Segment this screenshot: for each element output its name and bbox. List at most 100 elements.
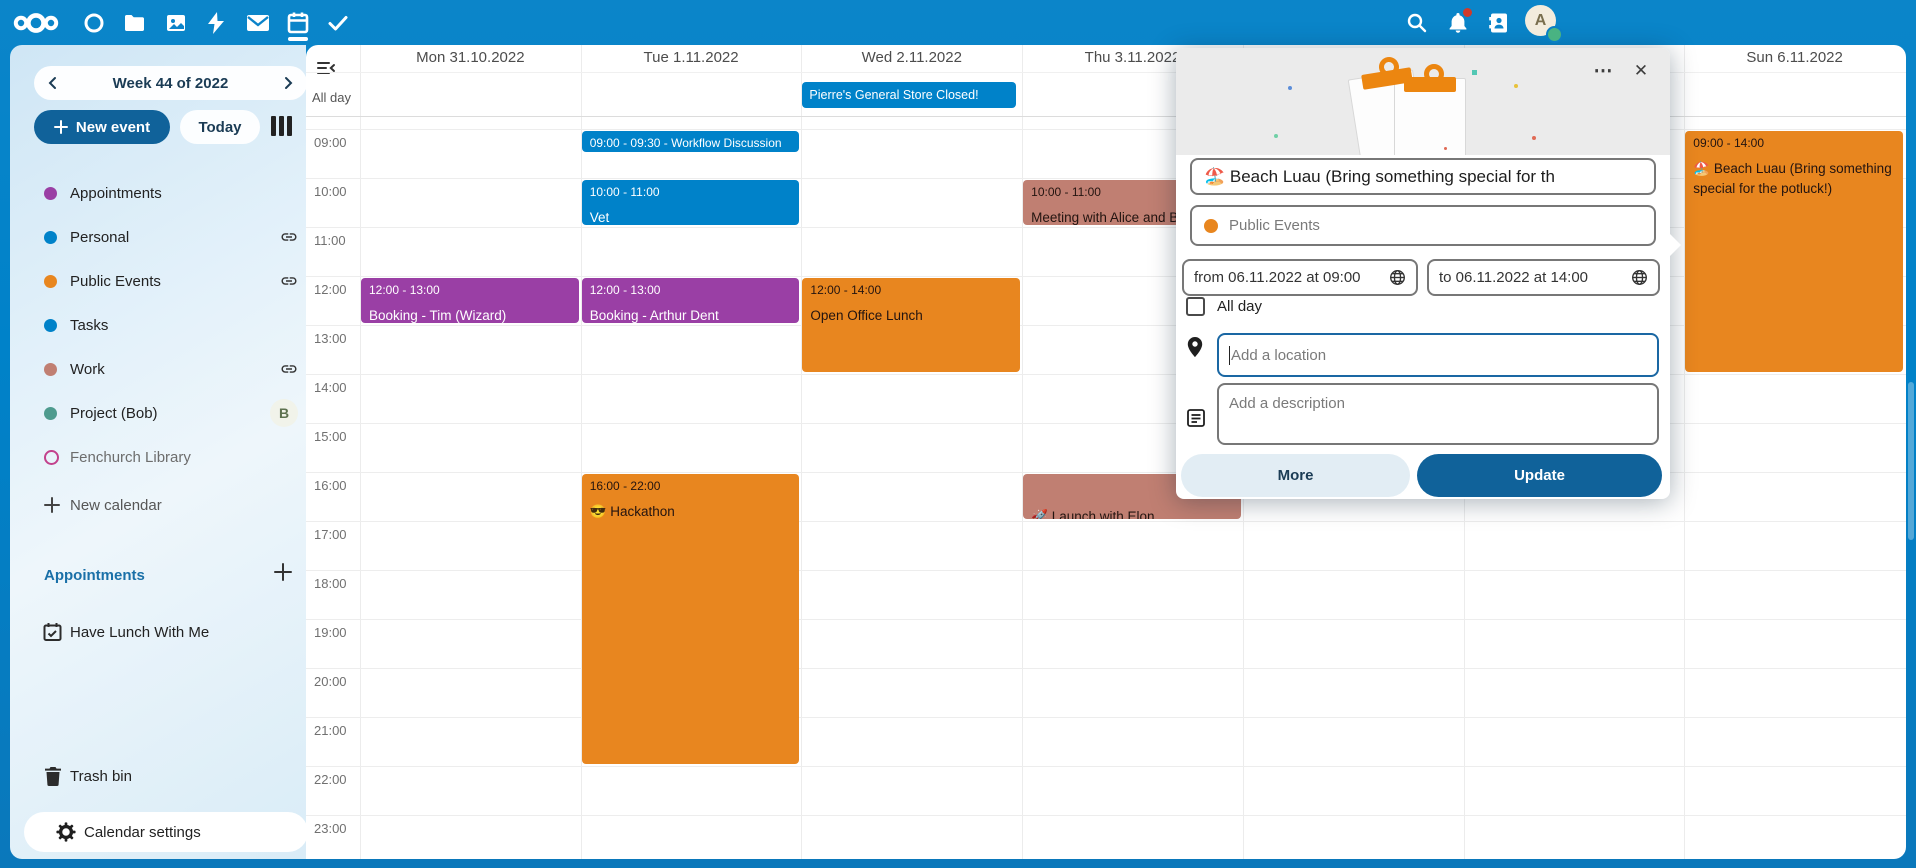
today-label: Today xyxy=(198,119,241,136)
calendar-list-item[interactable]: Public Events xyxy=(10,259,306,303)
calendar-select[interactable]: Public Events xyxy=(1190,205,1656,246)
calendar-list-item[interactable]: Work xyxy=(10,347,306,391)
more-button-label: More xyxy=(1278,467,1314,484)
calendar-color-dot xyxy=(44,363,57,376)
end-datetime-input[interactable]: to 06.11.2022 at 14:00 xyxy=(1427,259,1660,296)
event-chip[interactable]: 09:00 - 14:00🏖️ Beach Luau (Bring someth… xyxy=(1685,131,1903,372)
allday-row-label: All day xyxy=(312,90,351,105)
hour-label: 13:00 xyxy=(314,331,347,346)
calendar-list-item[interactable]: Fenchurch Library xyxy=(10,435,306,479)
event-title: 🚀 Launch with Elon xyxy=(1031,507,1233,519)
hour-label: 14:00 xyxy=(314,380,347,395)
timezone-globe-icon[interactable] xyxy=(1631,269,1648,286)
new-event-button[interactable]: New event xyxy=(34,110,170,144)
grid-hour-line xyxy=(306,815,1906,816)
all-day-checkbox[interactable] xyxy=(1186,297,1205,316)
event-chip[interactable]: 16:00 - 22:00 😎 Hackathon xyxy=(582,474,800,764)
scrollbar-thumb[interactable] xyxy=(1908,382,1914,540)
close-icon[interactable]: ✕ xyxy=(1626,56,1656,86)
contacts-icon[interactable] xyxy=(1484,8,1514,38)
hour-label: 23:00 xyxy=(314,821,347,836)
event-time: 16:00 - 22:00 xyxy=(590,479,792,493)
day-header: Mon 31.10.2022 xyxy=(360,49,581,71)
event-title: 🏖️ Beach Luau (Bring something special f… xyxy=(1693,159,1895,200)
start-datetime-input[interactable]: from 06.11.2022 at 09:00 xyxy=(1182,259,1418,296)
description-textarea[interactable]: Add a description xyxy=(1217,383,1659,445)
update-button[interactable]: Update xyxy=(1417,454,1662,497)
week-selector[interactable]: Week 44 of 2022 xyxy=(34,66,307,100)
view-mode-columns-icon[interactable] xyxy=(271,116,292,136)
nextcloud-calendar-app: A Week 44 of 2022 New event Today Appoin… xyxy=(0,0,1916,868)
calendar-name: Work xyxy=(70,361,105,378)
calendar-check-icon xyxy=(43,622,62,647)
event-chip[interactable]: 09:00 - 09:30 - Workflow Discussion xyxy=(582,131,800,152)
avatar-letter: A xyxy=(1535,12,1547,30)
grid-hour-line xyxy=(306,717,1906,718)
location-input[interactable]: Add a location xyxy=(1217,333,1659,377)
hour-label: 12:00 xyxy=(314,282,347,297)
add-appointment-icon[interactable] xyxy=(274,563,292,586)
allday-event-title: Pierre's General Store Closed! xyxy=(809,88,978,102)
active-app-indicator xyxy=(288,37,308,41)
photos-app-icon[interactable] xyxy=(161,8,191,38)
shared-by-avatar: B xyxy=(270,399,298,427)
today-button[interactable]: Today xyxy=(180,110,260,144)
event-chip[interactable]: 12:00 - 13:00Booking - Tim (Wizard) xyxy=(361,278,579,323)
notifications-bell-icon[interactable] xyxy=(1443,8,1473,38)
event-title: Open Office Lunch xyxy=(810,306,1012,326)
day-header: Wed 2.11.2022 xyxy=(801,49,1022,71)
event-chip[interactable]: 10:00 - 11:00Vet xyxy=(582,180,800,225)
all-day-checkbox-row[interactable]: All day xyxy=(1186,297,1262,316)
mail-app-icon[interactable] xyxy=(243,8,273,38)
event-title: 😎 Hackathon xyxy=(590,502,792,522)
event-time: 10:00 - 11:00 xyxy=(590,185,792,199)
grid-column-line xyxy=(1022,45,1023,859)
previous-week-chevron-icon[interactable] xyxy=(36,66,70,100)
event-title-value: 🏖️ Beach Luau (Bring something special f… xyxy=(1204,167,1555,187)
calendar-app-icon[interactable] xyxy=(283,8,313,38)
circles-app-icon[interactable] xyxy=(79,8,109,38)
collapse-allday-icon[interactable] xyxy=(316,60,336,81)
event-time: 12:00 - 13:00 xyxy=(590,283,792,297)
calendar-color-dot xyxy=(44,187,57,200)
event-chip[interactable]: 12:00 - 14:00Open Office Lunch xyxy=(802,278,1020,372)
notification-badge xyxy=(1463,8,1472,17)
share-link-icon[interactable] xyxy=(280,272,298,290)
activity-app-icon[interactable] xyxy=(201,8,231,38)
new-calendar-button[interactable]: New calendar xyxy=(10,483,306,527)
share-link-icon[interactable] xyxy=(280,228,298,246)
nextcloud-logo-icon[interactable] xyxy=(12,8,60,38)
week-title: Week 44 of 2022 xyxy=(113,75,229,92)
calendar-list-item[interactable]: Appointments xyxy=(10,171,306,215)
calendar-color-dot xyxy=(44,319,57,332)
hour-label: 17:00 xyxy=(314,527,347,542)
event-chip[interactable]: 12:00 - 13:00Booking - Arthur Dent xyxy=(582,278,800,323)
tasks-app-icon[interactable] xyxy=(323,8,353,38)
files-app-icon[interactable] xyxy=(119,8,149,38)
search-icon[interactable] xyxy=(1402,8,1432,38)
calendar-list-item[interactable]: Tasks xyxy=(10,303,306,347)
calendar-list-item[interactable]: Project (Bob)B xyxy=(10,391,306,435)
grid-hour-line xyxy=(306,766,1906,767)
appointment-item[interactable]: Have Lunch With Me xyxy=(10,610,306,654)
all-day-label: All day xyxy=(1217,298,1262,315)
hour-label: 11:00 xyxy=(314,233,346,248)
event-title-input[interactable]: 🏖️ Beach Luau (Bring something special f… xyxy=(1190,158,1656,195)
more-actions-icon[interactable]: ⋯ xyxy=(1588,56,1618,86)
calendar-settings-button[interactable]: Calendar settings xyxy=(24,812,308,852)
allday-event-chip[interactable]: Pierre's General Store Closed! xyxy=(802,82,1016,108)
popup-arrow xyxy=(1670,234,1681,256)
trash-bin-item[interactable]: Trash bin xyxy=(10,754,306,798)
calendar-list-item[interactable]: Personal xyxy=(10,215,306,259)
more-button[interactable]: More xyxy=(1181,454,1410,497)
grid-hour-line xyxy=(306,668,1906,669)
timezone-globe-icon[interactable] xyxy=(1389,269,1406,286)
hour-label: 15:00 xyxy=(314,429,347,444)
user-status-online-dot xyxy=(1546,26,1563,43)
top-bar: A xyxy=(0,0,1916,45)
grid-column-line xyxy=(801,45,802,859)
share-link-icon[interactable] xyxy=(280,360,298,378)
hour-label: 21:00 xyxy=(314,723,347,738)
calendar-sidebar: Week 44 of 2022 New event Today Appointm… xyxy=(10,45,306,859)
next-week-chevron-icon[interactable] xyxy=(271,66,305,100)
